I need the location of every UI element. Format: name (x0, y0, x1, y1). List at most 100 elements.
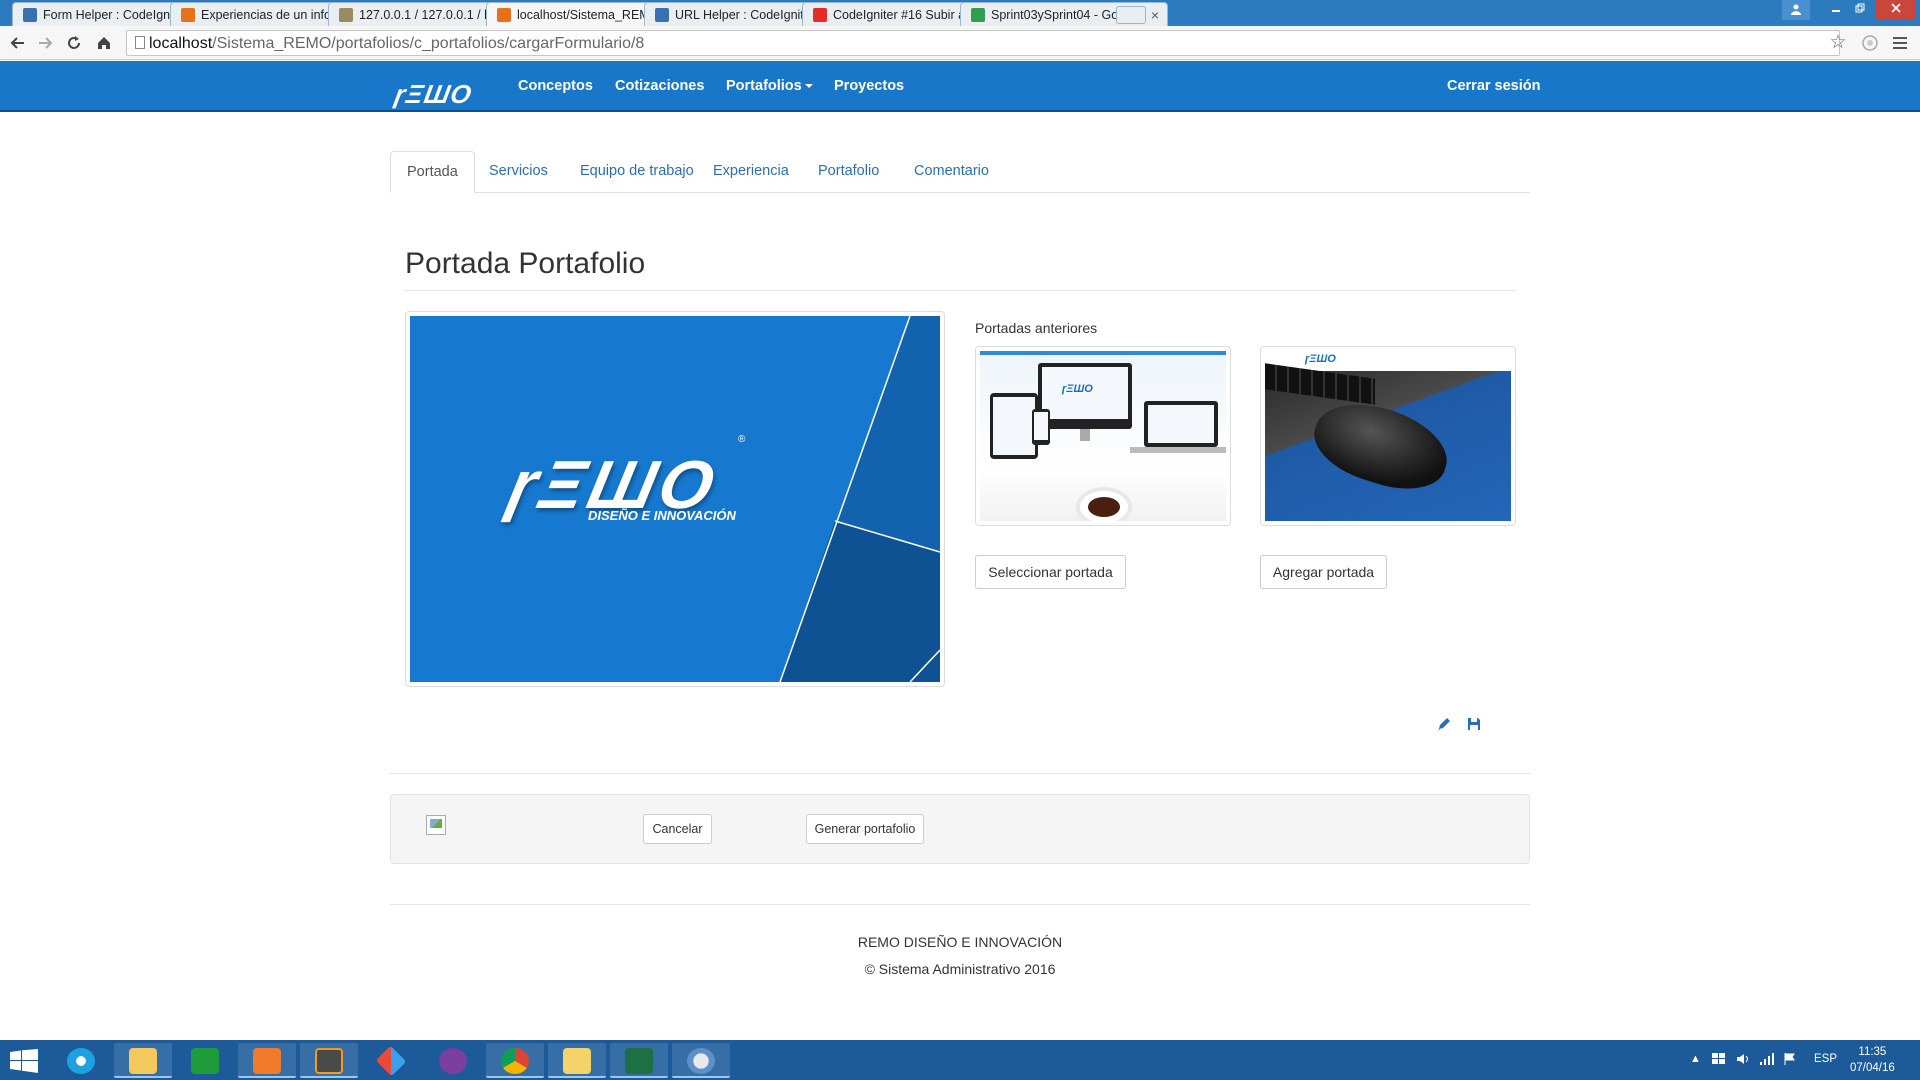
footer-divider (390, 904, 1530, 905)
caret-down-icon (804, 84, 813, 89)
tab-title: Experiencias de un inform (201, 8, 346, 22)
tab-title: URL Helper : CodeIgniter (675, 8, 815, 22)
volume-icon[interactable] (1736, 1053, 1750, 1068)
pencil-icon[interactable] (1436, 716, 1452, 732)
nav-portafolios-label: Portafolios (726, 78, 802, 94)
paint-icon[interactable] (672, 1043, 730, 1078)
current-cover-image: ɼΞШО ® DISEÑO E INNOVACIÓN (410, 316, 940, 682)
tab-comentario[interactable]: Comentario (898, 151, 1005, 193)
windows-taskbar: ▲ ESP 11:35 07/04/16 (0, 1040, 1920, 1080)
thumb-remo-logo: ɼΞШО (1305, 353, 1336, 365)
tab-portada[interactable]: Portada (390, 151, 475, 193)
logout-link[interactable]: Cerrar sesión (1447, 78, 1541, 94)
youtube-favicon-icon (813, 8, 827, 22)
mouse-on-pad-image: ɼΞШО (1265, 351, 1511, 521)
broken-image-icon (426, 815, 446, 835)
footer-copyright: © Sistema Administrativo 2016 (864, 961, 1056, 977)
back-icon[interactable] (6, 31, 30, 55)
address-bar: localhost/Sistema_REMO/portafolios/c_por… (0, 26, 1920, 60)
reload-icon[interactable] (62, 31, 86, 55)
previous-covers-label: Portadas anteriores (975, 320, 1098, 336)
tab-portafolio[interactable]: Portafolio (802, 151, 895, 193)
network-icon[interactable] (1712, 1053, 1726, 1068)
menu-hamburger-icon[interactable] (1888, 32, 1912, 56)
browser-tab-strip: Form Helper : CodeIgnite × Experiencias … (0, 0, 1920, 26)
tab-title: localhost/Sistema_REMO/ (517, 8, 663, 22)
nav-conceptos[interactable]: Conceptos (518, 78, 593, 94)
footer-company: REMO DISEÑO E INNOVACIÓN (857, 934, 1063, 950)
close-window-icon[interactable] (1876, 0, 1916, 20)
tab-servicios[interactable]: Servicios (473, 151, 564, 193)
user-profile-icon[interactable] (1782, 0, 1810, 20)
tablet-shape (990, 393, 1038, 459)
extension-icon[interactable] (1858, 32, 1882, 56)
tab-title: Form Helper : CodeIgnite (43, 8, 184, 22)
generate-portfolio-button[interactable]: Generar portafolio (806, 814, 924, 844)
blogger-favicon-icon (181, 8, 195, 22)
thumb-remo-logo: ɼΞШО (1062, 383, 1093, 395)
url-text: localhost/Sistema_REMO/portafolios/c_por… (149, 35, 645, 52)
section-tabs: Portada Servicios Equipo de trabajo Expe… (390, 151, 1530, 193)
clock-date: 07/04/16 (1850, 1062, 1895, 1074)
signal-icon[interactable] (1760, 1053, 1774, 1068)
xampp-favicon-icon (497, 8, 511, 22)
url-input[interactable]: localhost/Sistema_REMO/portafolios/c_por… (126, 30, 1840, 56)
google-drive-favicon-icon (971, 8, 985, 22)
monitor-shape: ɼΞШО (1038, 363, 1132, 429)
close-tab-icon[interactable]: × (1151, 7, 1159, 23)
previous-cover-1[interactable]: ɼΞШО (975, 346, 1231, 526)
app-navbar: ɼΞШО Conceptos Cotizaciones Portafolios … (0, 61, 1920, 112)
floppy-disk-icon[interactable] (1466, 716, 1482, 732)
input-language[interactable]: ESP (1814, 1053, 1837, 1065)
store-icon[interactable] (176, 1043, 234, 1078)
tab-equipo-de-trabajo[interactable]: Equipo de trabajo (564, 151, 710, 193)
image-top-stripe (980, 351, 1226, 355)
tab-title: CodeIgniter #16 Subir arc (833, 8, 976, 22)
phpmyadmin-favicon-icon (339, 8, 353, 22)
cover-subtitle: DISEÑO E INNOVACIÓN (588, 508, 736, 523)
forward-icon[interactable] (33, 31, 57, 55)
page-title: Portada Portafolio (405, 247, 646, 280)
bookmark-star-icon[interactable]: ☆ (1826, 32, 1850, 56)
file-explorer-icon[interactable] (114, 1043, 172, 1078)
taskbar-clock[interactable]: 11:35 07/04/16 (1850, 1044, 1895, 1076)
add-cover-button[interactable]: Agregar portada (1260, 555, 1387, 589)
codeigniter-favicon-icon (655, 8, 669, 22)
chrome-icon[interactable] (486, 1043, 544, 1078)
new-tab-button[interactable] (1116, 6, 1146, 24)
nav-cotizaciones[interactable]: Cotizaciones (615, 78, 704, 94)
excel-icon[interactable] (610, 1043, 668, 1078)
tab-experiencia[interactable]: Experiencia (697, 151, 805, 193)
show-hidden-icons-icon[interactable]: ▲ (1690, 1053, 1701, 1065)
laptop-shape (1144, 401, 1218, 447)
phone-shape (1032, 409, 1050, 445)
action-center-flag-icon[interactable] (1784, 1053, 1796, 1068)
home-icon[interactable] (92, 31, 116, 55)
tab-title: 127.0.0.1 / 127.0.0.1 / bd_ (359, 8, 505, 22)
action-panel: Cancelar Generar portafolio (390, 794, 1530, 864)
select-cover-button[interactable]: Seleccionar portada (975, 555, 1126, 589)
devices-mockup-image: ɼΞШО (980, 351, 1226, 521)
git-tool-icon[interactable] (362, 1043, 420, 1078)
current-cover-thumbnail: ɼΞШО ® DISEÑO E INNOVACIÓN (405, 311, 945, 687)
nav-proyectos[interactable]: Proyectos (834, 78, 904, 94)
title-divider (405, 290, 1515, 291)
coffee-cup-shape (1076, 487, 1132, 521)
tab-title: Sprint03ySprint04 - Goog (991, 8, 1133, 22)
registered-mark: ® (738, 434, 746, 445)
xampp-icon[interactable] (238, 1043, 296, 1078)
folder-app-icon[interactable] (548, 1043, 606, 1078)
cancel-button[interactable]: Cancelar (643, 814, 712, 844)
sublime-text-icon[interactable] (300, 1043, 358, 1078)
previous-cover-2[interactable]: ɼΞШО (1260, 346, 1516, 526)
page-icon (135, 36, 145, 49)
github-desktop-icon[interactable] (424, 1043, 482, 1078)
clock-time: 11:35 (1858, 1046, 1887, 1058)
internet-explorer-icon[interactable] (52, 1043, 110, 1078)
restore-window-icon[interactable] (1846, 0, 1874, 20)
section-divider (390, 773, 1530, 774)
nav-portafolios-dropdown[interactable]: Portafolios (726, 78, 813, 94)
codeigniter-favicon-icon (23, 8, 37, 22)
windows-start-icon[interactable] (10, 1049, 40, 1073)
remo-logo[interactable]: ɼΞШО (392, 79, 474, 110)
